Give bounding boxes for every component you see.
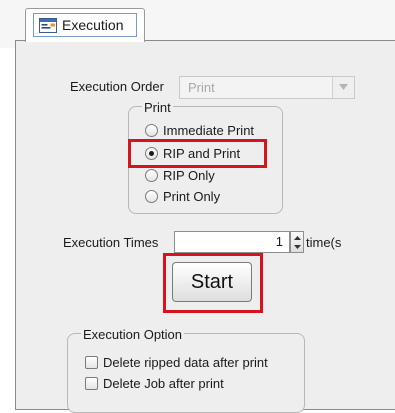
execution-times-stepper[interactable] [290, 231, 304, 253]
stepper-up-icon[interactable] [291, 232, 303, 242]
execution-times-input[interactable]: 1 [174, 231, 290, 253]
stepper-down-icon[interactable] [291, 242, 303, 252]
radio-label: RIP Only [163, 168, 215, 183]
execution-order-value: Print [188, 80, 215, 95]
print-group-title: Print [142, 100, 173, 115]
execution-order-select[interactable]: Print [179, 76, 355, 99]
execution-option-title: Execution Option [81, 327, 185, 342]
execution-order-label: Execution Order [70, 79, 164, 94]
tab-label: Execution [62, 17, 124, 33]
execution-times-unit: time(s [306, 235, 342, 250]
radio-label: Print Only [163, 189, 221, 204]
radio-label: Immediate Print [163, 123, 255, 138]
tab-focus-frame: Execution [33, 13, 137, 37]
chevron-down-icon[interactable] [332, 77, 354, 98]
radio-button[interactable] [145, 169, 158, 182]
checkbox-label: Delete Job after print [103, 376, 224, 391]
radio-button[interactable] [145, 124, 158, 137]
execution-window-icon [39, 18, 57, 33]
start-button-highlight [163, 253, 263, 313]
checkbox-label: Delete ripped data after print [103, 355, 268, 370]
radio-button[interactable] [145, 190, 158, 203]
rip-and-print-highlight [128, 139, 267, 168]
execution-option-group [67, 333, 305, 413]
checkbox[interactable] [85, 356, 98, 369]
execution-times-label: Execution Times [63, 235, 159, 250]
checkbox[interactable] [85, 377, 98, 390]
tab-execution[interactable]: Execution [25, 8, 145, 42]
